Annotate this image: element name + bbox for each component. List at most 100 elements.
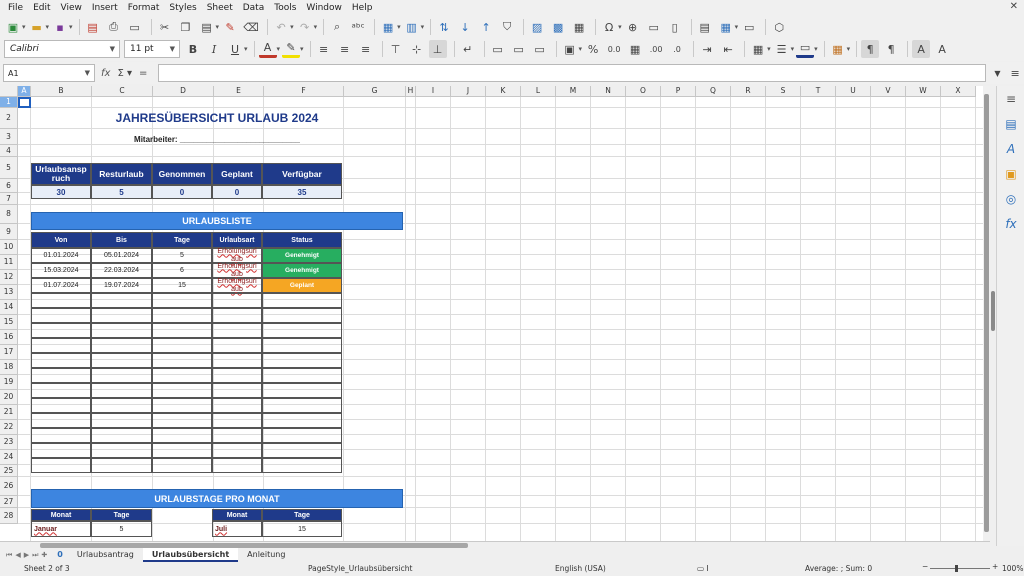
selection-mode-icon[interactable]: ▭ I — [697, 564, 709, 573]
align-left-icon[interactable]: ≡ — [315, 40, 333, 58]
column-header[interactable]: D — [153, 86, 214, 97]
row-header[interactable]: 17 — [0, 345, 18, 360]
chevron-down-icon[interactable]: ▾ — [814, 45, 818, 53]
list-empty-cell[interactable] — [212, 338, 262, 353]
gallery-icon[interactable]: ▣ — [997, 161, 1024, 186]
clear-formatting-icon[interactable]: ⌫ — [242, 18, 260, 36]
language[interactable]: English (USA) — [555, 564, 606, 573]
paste-icon[interactable]: ▤ — [198, 18, 216, 36]
chevron-down-icon[interactable]: ▾ — [791, 45, 795, 53]
menu-format[interactable]: Format — [123, 3, 165, 13]
row-header[interactable]: 13 — [0, 285, 18, 300]
sidebar-resize-handle[interactable] — [991, 291, 995, 331]
row-header[interactable]: 6 — [0, 179, 18, 193]
list-empty-cell[interactable] — [91, 458, 152, 473]
menu-tools[interactable]: Tools — [269, 3, 301, 13]
list-empty-cell[interactable] — [152, 368, 212, 383]
print-preview-icon[interactable]: ▭ — [126, 18, 144, 36]
chevron-down-icon[interactable]: ▾ — [618, 23, 622, 31]
row-header[interactable]: 18 — [0, 360, 18, 375]
list-empty-cell[interactable] — [212, 323, 262, 338]
list-empty-cell[interactable] — [31, 458, 91, 473]
add-sheet-icon[interactable]: ✚ — [41, 551, 47, 559]
list-empty-cell[interactable] — [212, 308, 262, 323]
chevron-down-icon[interactable]: ▾ — [277, 45, 281, 53]
chevron-down-icon[interactable]: ▾ — [767, 45, 771, 53]
clone-formatting-icon[interactable]: ✎ — [221, 18, 239, 36]
page-style[interactable]: PageStyle_Urlaubsübersicht — [308, 564, 412, 573]
list-empty-cell[interactable] — [262, 458, 342, 473]
list-empty-cell[interactable] — [262, 428, 342, 443]
list-empty-cell[interactable] — [91, 428, 152, 443]
sort-icon[interactable]: ⇅ — [435, 18, 453, 36]
borders-icon[interactable]: ▦ — [749, 40, 767, 58]
zoom-out-icon[interactable]: − — [922, 562, 928, 571]
zoom-level[interactable]: 100% — [1002, 564, 1023, 573]
sort-descending-icon[interactable]: ↑ — [477, 18, 495, 36]
close-document-icon[interactable]: ✕ — [1010, 1, 1018, 12]
save-icon[interactable]: ▪ — [51, 18, 69, 36]
menu-window[interactable]: Window — [301, 3, 347, 13]
list-empty-cell[interactable] — [91, 308, 152, 323]
center-vertically-icon[interactable]: ⊹ — [408, 40, 426, 58]
tab-urlaubsantrag[interactable]: Urlaubsantrag — [68, 548, 143, 562]
list-empty-cell[interactable] — [31, 368, 91, 383]
menu-edit[interactable]: Edit — [28, 3, 55, 13]
list-empty-cell[interactable] — [91, 338, 152, 353]
border-style-icon[interactable]: ☰ — [773, 40, 791, 58]
row-header[interactable]: 24 — [0, 450, 18, 465]
find-replace-icon[interactable]: ⌕ — [328, 18, 346, 36]
sort-ascending-icon[interactable]: ↓ — [456, 18, 474, 36]
zoom-slider-thumb[interactable] — [955, 565, 958, 572]
list-empty-cell[interactable] — [31, 338, 91, 353]
chevron-down-icon[interactable]: ▾ — [421, 23, 425, 31]
row-header[interactable]: 9 — [0, 224, 18, 240]
font-color-icon[interactable]: A — [258, 40, 277, 58]
column-header[interactable]: E — [214, 86, 264, 97]
column-header[interactable]: F — [264, 86, 344, 97]
column-header[interactable]: Q — [696, 86, 731, 97]
insert-image-icon[interactable]: ▨ — [528, 18, 546, 36]
chevron-down-icon[interactable]: ▾ — [847, 45, 851, 53]
row-header[interactable]: 23 — [0, 435, 18, 450]
list-empty-cell[interactable] — [212, 458, 262, 473]
column-header[interactable]: U — [836, 86, 871, 97]
add-decimal-icon[interactable]: .00 — [647, 40, 665, 58]
expand-formula-bar-icon[interactable]: ▼ — [994, 69, 1000, 78]
increase-indent-icon[interactable]: ⇥ — [698, 40, 716, 58]
column-header[interactable]: H — [406, 86, 416, 97]
chevron-down-icon[interactable]: ▼ — [85, 69, 90, 77]
list-empty-cell[interactable] — [262, 338, 342, 353]
right-to-left-icon[interactable]: ¶ — [882, 40, 900, 58]
list-empty-cell[interactable] — [262, 443, 342, 458]
zoom-slider[interactable] — [930, 568, 990, 569]
list-empty-cell[interactable] — [91, 323, 152, 338]
menu-data[interactable]: Data — [238, 3, 270, 13]
special-character-icon[interactable]: Ω — [600, 18, 618, 36]
comment-icon[interactable]: ▭ — [645, 18, 663, 36]
list-empty-cell[interactable] — [31, 353, 91, 368]
row-header[interactable]: 21 — [0, 405, 18, 420]
column-header[interactable]: N — [591, 86, 626, 97]
list-empty-cell[interactable] — [31, 323, 91, 338]
list-empty-cell[interactable] — [31, 383, 91, 398]
delete-decimal-icon[interactable]: .0 — [668, 40, 686, 58]
underline-icon[interactable]: U — [226, 40, 244, 58]
split-window-icon[interactable]: ▭ — [740, 18, 758, 36]
row-header[interactable]: 8 — [0, 205, 18, 224]
list-empty-cell[interactable] — [91, 443, 152, 458]
list-empty-cell[interactable] — [212, 398, 262, 413]
chevron-down-icon[interactable]: ▾ — [69, 23, 73, 31]
formula-icon[interactable]: = — [139, 68, 147, 79]
merge-cells-icon[interactable]: ▭ — [510, 40, 528, 58]
list-empty-cell[interactable] — [212, 413, 262, 428]
list-empty-cell[interactable] — [262, 413, 342, 428]
previous-sheet-icon[interactable]: ◀ — [15, 551, 20, 559]
sidebar-menu-icon[interactable]: ≡ — [997, 86, 1024, 111]
spreadsheet-grid[interactable]: JAHRESÜBERSICHT URLAUB 2024 Mitarbeiter:… — [0, 86, 990, 541]
insert-chart-icon[interactable]: ▩ — [549, 18, 567, 36]
menu-view[interactable]: View — [56, 3, 87, 13]
freeze-rows-columns-icon[interactable]: ▦ — [717, 18, 735, 36]
column-header[interactable]: G — [344, 86, 406, 97]
chevron-down-icon[interactable]: ▼ — [170, 45, 175, 53]
